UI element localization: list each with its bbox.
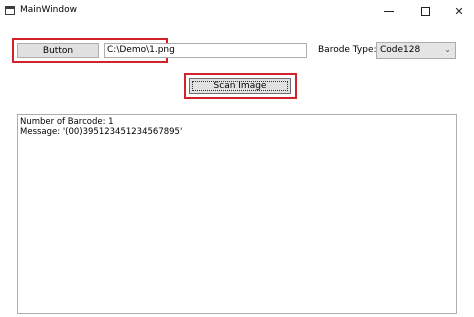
results-textbox[interactable]: Number of Barcode: 1 Message: '(00)39512… [17, 114, 457, 314]
barcode-type-select[interactable]: Code128 ⌄ [376, 42, 456, 59]
file-path-field[interactable]: C:\Demo\1.png [104, 43, 307, 58]
barcode-type-value: Code128 [380, 45, 421, 55]
app-window-icon [5, 6, 15, 15]
browse-button-label: Button [42, 45, 74, 56]
maximize-icon [420, 6, 430, 16]
maximize-button[interactable] [408, 0, 442, 22]
chevron-down-icon: ⌄ [444, 45, 451, 54]
minimize-icon [384, 10, 394, 12]
close-icon: ✕ [454, 4, 464, 18]
minimize-button[interactable] [372, 0, 406, 22]
window-title: MainWindow [20, 5, 77, 15]
file-path-value: C:\Demo\1.png [107, 45, 175, 55]
result-line-message: Message: '(00)395123451234567895' [20, 127, 183, 137]
focus-rectangle [192, 81, 288, 91]
browse-button[interactable]: Button [17, 43, 99, 58]
barcode-type-label: Barode Type: [318, 45, 377, 55]
close-button[interactable]: ✕ [442, 0, 474, 22]
result-line-count: Number of Barcode: 1 [20, 117, 114, 127]
scan-image-button[interactable]: Scan Image [189, 78, 291, 94]
title-bar: MainWindow ✕ [0, 0, 474, 22]
